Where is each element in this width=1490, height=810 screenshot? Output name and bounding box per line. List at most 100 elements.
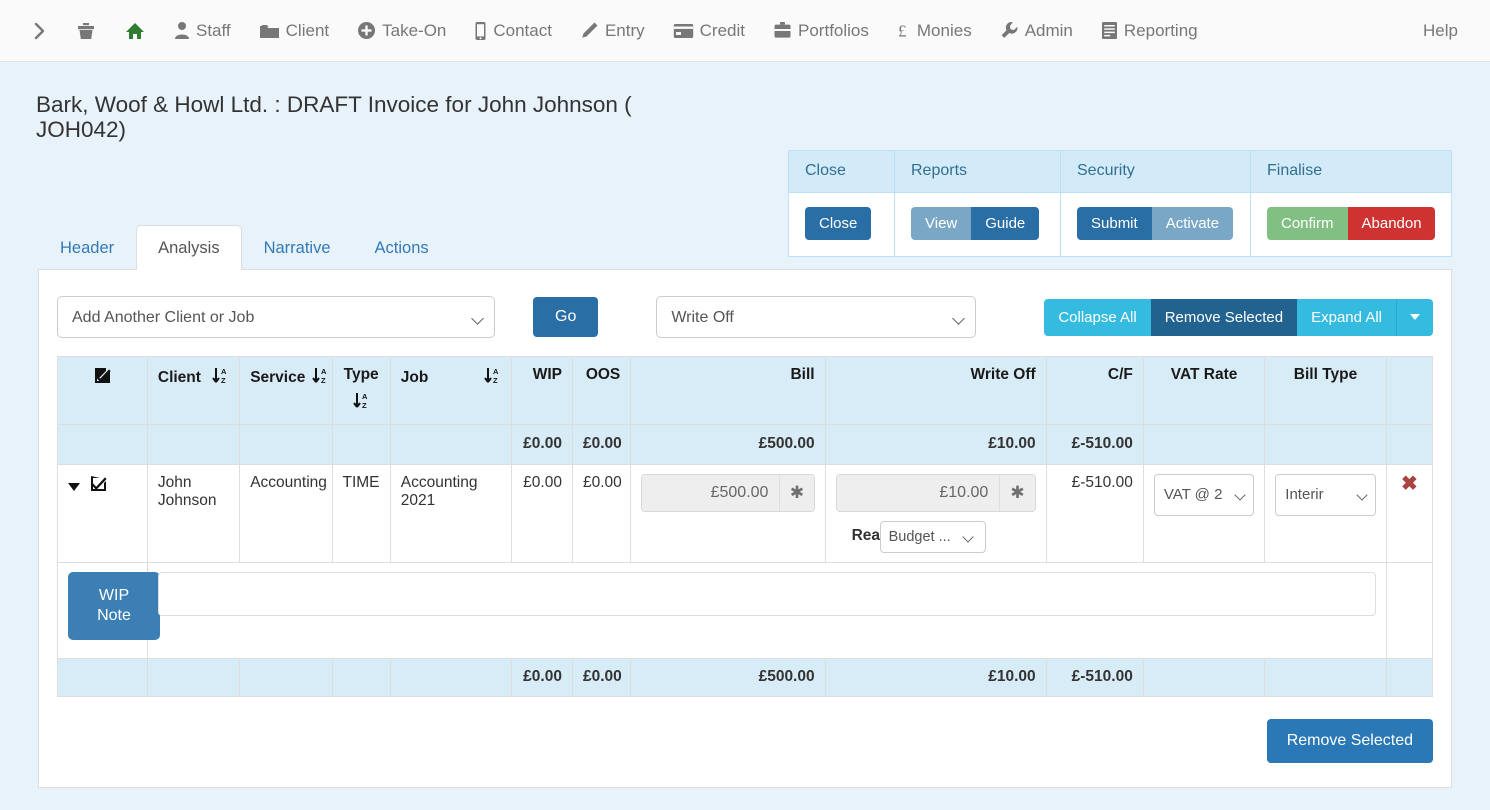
nav-label-admin: Admin (1025, 0, 1073, 62)
bill-input-group: ✱ (641, 474, 814, 512)
remove-selected-bottom-button[interactable]: Remove Selected (1267, 719, 1433, 763)
subtotal-write-off: £10.00 (825, 424, 1046, 464)
header-client-label: Client (158, 369, 201, 387)
checkbox-checked-icon (93, 366, 112, 390)
panel-close-title: Close (789, 151, 894, 193)
go-button[interactable]: Go (533, 297, 598, 337)
total-write-off: £10.00 (825, 658, 1046, 696)
header-delete (1386, 357, 1432, 425)
nav-item-reporting[interactable]: Reporting (1087, 0, 1212, 62)
tab-bar: Header Analysis Narrative Actions (0, 224, 1490, 269)
write-off-amount-input[interactable] (837, 475, 1000, 511)
tab-analysis[interactable]: Analysis (136, 225, 241, 270)
expand-all-button[interactable]: Expand All (1297, 299, 1396, 336)
svg-text:Z: Z (493, 376, 498, 385)
nav-label-contact: Contact (493, 0, 552, 62)
table-row: John Johnson Accounting TIME Accounting … (58, 464, 1433, 562)
header-job[interactable]: Job AZ (390, 357, 511, 425)
subtotal-oos: £0.00 (572, 424, 630, 464)
nav-item-contact[interactable]: Contact (460, 0, 566, 62)
wip-note-button[interactable]: WIP Note (68, 572, 160, 640)
caret-down-icon (1410, 314, 1420, 320)
bulk-action-select[interactable]: Write Off (656, 296, 976, 338)
nav-item-take-on[interactable]: Take-On (343, 0, 460, 62)
vat-rate-select[interactable]: VAT @ 2 (1154, 474, 1254, 516)
svg-text:A: A (321, 367, 327, 376)
svg-text:A: A (493, 367, 499, 376)
toolbar-right-buttons: Collapse All Remove Selected Expand All (1044, 299, 1433, 336)
subtotal-blank-vat (1143, 424, 1264, 464)
subtotal-blank-delete (1386, 424, 1432, 464)
portfolio-icon (773, 21, 792, 40)
header-service[interactable]: Service AZ (240, 357, 332, 425)
subtotal-blank-bill-type (1265, 424, 1386, 464)
table-body: £0.00 £0.00 £500.00 £10.00 £-510.00 (58, 424, 1433, 696)
total-blank-job (390, 658, 511, 696)
bill-type-select[interactable]: Interir (1275, 474, 1375, 516)
row-write-off-cell: ✱ Reason Budget ... (825, 464, 1046, 562)
total-blank-select (58, 658, 148, 696)
nav-item-entry[interactable]: Entry (566, 0, 659, 62)
total-blank-client (147, 658, 239, 696)
row-type: TIME (332, 464, 390, 562)
header-client[interactable]: Client AZ (147, 357, 239, 425)
tab-narrative[interactable]: Narrative (242, 225, 353, 270)
collapse-all-button[interactable]: Collapse All (1044, 299, 1150, 336)
wrench-icon (1000, 21, 1019, 40)
total-oos: £0.00 (572, 658, 630, 696)
tab-header[interactable]: Header (38, 225, 136, 270)
total-blank-bill-type (1265, 658, 1386, 696)
asterisk-icon[interactable]: ✱ (999, 475, 1034, 511)
nav-item-portfolios[interactable]: Portfolios (759, 0, 883, 62)
table-head: Client AZ Service AZ (58, 357, 1433, 425)
nav-item-staff[interactable]: Staff (160, 0, 245, 62)
remove-x-icon[interactable]: ✖ (1397, 474, 1422, 494)
credit-card-icon (673, 23, 694, 39)
panel-reports-title: Reports (895, 151, 1060, 193)
total-wip: £0.00 (512, 658, 573, 696)
header-zone: Bark, Woof & Howl Ltd. : DRAFT Invoice f… (0, 62, 1490, 220)
nav-item-help[interactable]: Help (1409, 21, 1472, 41)
header-select-all[interactable] (58, 357, 148, 425)
remove-selected-top-button[interactable]: Remove Selected (1151, 299, 1297, 336)
row-bill-type-cell: Interir (1265, 464, 1386, 562)
vat-rate-wrapper: VAT @ 2 (1154, 474, 1254, 516)
asterisk-icon[interactable]: ✱ (779, 475, 813, 511)
expand-options-dropdown-button[interactable] (1396, 299, 1433, 336)
chevron-down-icon[interactable] (68, 483, 80, 491)
page-title: Bark, Woof & Howl Ltd. : DRAFT Invoice f… (36, 90, 636, 143)
nav-item-monies[interactable]: £ Monies (883, 0, 986, 62)
nav-item-admin[interactable]: Admin (986, 0, 1087, 62)
nav-item-credit[interactable]: Credit (659, 0, 759, 62)
row-oos: £0.00 (572, 464, 630, 562)
nav-item-home[interactable] (110, 0, 160, 62)
svg-text:£: £ (898, 22, 907, 41)
nav-label-reporting: Reporting (1124, 0, 1198, 62)
svg-text:Z: Z (321, 376, 326, 385)
add-client-or-job-select[interactable]: Add Another Client or Job (57, 296, 495, 338)
checkbox-checked-icon[interactable] (89, 474, 108, 498)
nav-expand-toggle[interactable] (18, 0, 62, 62)
table-header-row: Client AZ Service AZ (58, 357, 1433, 425)
subtotal-blank-job (390, 424, 511, 464)
plus-circle-icon (357, 21, 376, 40)
header-write-off: Write Off (825, 357, 1046, 425)
header-type[interactable]: Type AZ (332, 357, 390, 425)
bill-amount-input[interactable] (642, 475, 779, 511)
wip-note-input[interactable] (158, 572, 1376, 616)
user-icon (174, 21, 190, 40)
wip-note-row: WIP Note (58, 562, 1433, 658)
folder-icon (259, 22, 280, 40)
write-off-reason-select[interactable]: Budget ... (880, 521, 986, 553)
nav-label-portfolios: Portfolios (798, 0, 869, 62)
sort-alpha-down-icon: AZ (484, 366, 501, 390)
analysis-panel: Add Another Client or Job Go Write Off C… (38, 269, 1452, 788)
nav-item-client[interactable]: Client (245, 0, 343, 62)
total-cf: £-510.00 (1046, 658, 1143, 696)
nav-item-briefcase[interactable] (62, 0, 110, 62)
briefcase-icon (76, 21, 96, 41)
analysis-table: Client AZ Service AZ (57, 356, 1433, 697)
tab-actions[interactable]: Actions (353, 225, 451, 270)
subtotal-bill: £500.00 (631, 424, 825, 464)
row-job: Accounting 2021 (390, 464, 511, 562)
